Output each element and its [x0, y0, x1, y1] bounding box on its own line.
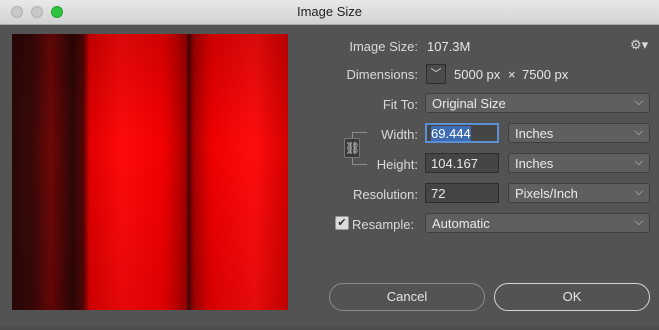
resolution-label: Resolution:: [352, 187, 418, 202]
cancel-button[interactable]: Cancel: [329, 283, 485, 311]
width-unit-value: Inches: [515, 126, 554, 141]
width-unit-select[interactable]: Inches ⌵: [508, 123, 650, 143]
image-size-value: 107.3M: [427, 39, 471, 54]
resample-select[interactable]: Automatic ⌵: [425, 213, 650, 233]
fit-to-select[interactable]: Original Size ⌵: [425, 93, 650, 113]
dimensions-label: Dimensions:: [346, 67, 418, 82]
chevron-down-icon: ⌵: [634, 186, 643, 198]
title-bar: Image Size: [0, 0, 659, 25]
window-title: Image Size: [296, 4, 363, 19]
gear-icon[interactable]: ⚙▾: [630, 37, 648, 53]
resample-select-value: Automatic: [432, 216, 490, 231]
height-input[interactable]: 104.167: [425, 153, 499, 173]
height-unit-value: Inches: [515, 156, 554, 171]
window-bottom-edge: [0, 326, 659, 330]
fit-to-select-value: Original Size: [432, 96, 506, 111]
resolution-input[interactable]: 72: [425, 183, 499, 203]
width-label: Width:: [381, 127, 418, 142]
dimensions-dropdown-button[interactable]: ﹀: [426, 64, 446, 84]
height-label: Height:: [376, 157, 418, 172]
resolution-unit-select[interactable]: Pixels/Inch ⌵: [508, 183, 650, 203]
ok-button[interactable]: OK: [494, 283, 650, 311]
resample-label: Resample:: [352, 217, 415, 232]
dimensions-height-value: 7500 px: [522, 67, 569, 82]
chevron-down-icon: ⌵: [634, 96, 643, 108]
chevron-down-icon: ⌵: [634, 126, 643, 138]
chevron-down-icon: ⌵: [634, 216, 643, 228]
dimensions-width-value: 5000 px: [454, 67, 501, 82]
checkmark-icon: ✔: [337, 217, 347, 229]
image-preview[interactable]: [12, 34, 288, 310]
resample-checkbox[interactable]: ✔: [335, 216, 349, 230]
height-unit-select[interactable]: Inches ⌵: [508, 153, 650, 173]
image-size-label: Image Size:: [349, 39, 418, 54]
chevron-down-icon: ﹀: [430, 68, 442, 80]
resolution-unit-value: Pixels/Inch: [515, 186, 578, 201]
chevron-down-icon: ⌵: [634, 156, 643, 168]
fit-to-label: Fit To:: [382, 97, 418, 112]
dimensions-times-sign: ×: [508, 67, 516, 82]
chain-link-icon[interactable]: ⛓: [344, 138, 360, 158]
width-input[interactable]: 69.444: [425, 123, 499, 143]
